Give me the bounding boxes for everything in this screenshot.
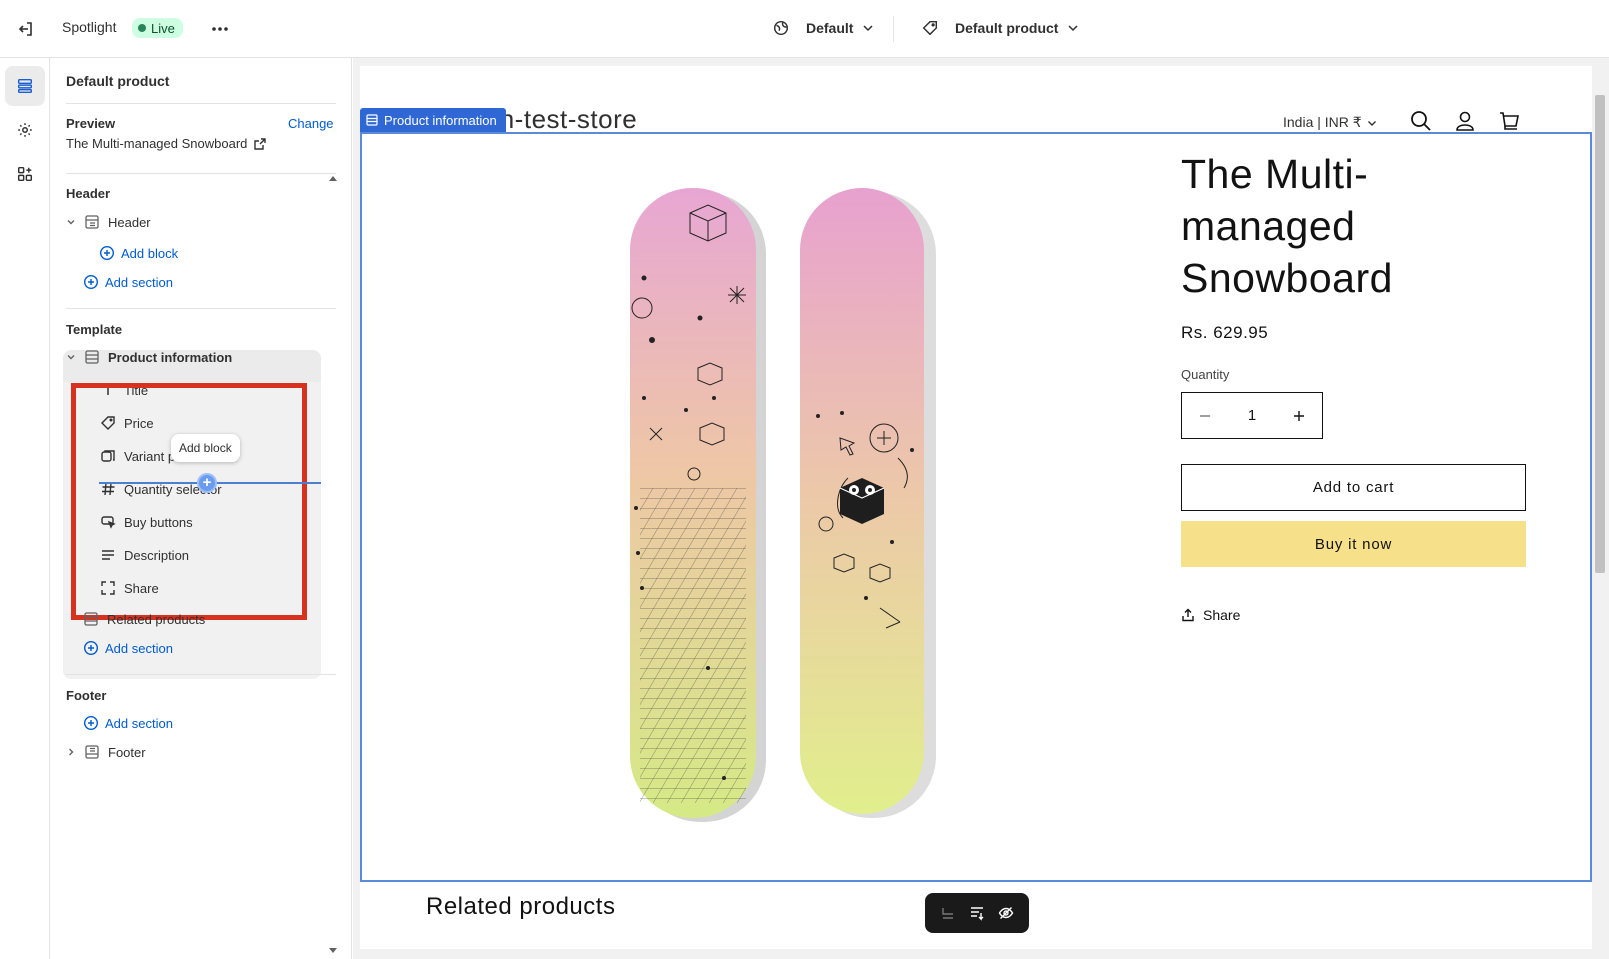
product-price: Rs. 629.95 [1181,323,1269,342]
scroll-down-icon[interactable] [329,948,337,954]
section-icon [85,350,99,364]
move-up-icon[interactable] [940,905,956,921]
section-footer[interactable]: Footer [66,744,146,760]
globe-icon [773,20,789,36]
icon-bar [0,58,50,959]
country-selector-label: India | INR ₹ [1283,114,1362,130]
live-dot [138,24,146,32]
plus-circle-icon [83,640,99,656]
chevron-down-icon [863,25,873,32]
minus-icon[interactable] [1198,409,1212,423]
divider [66,308,336,309]
insert-block-button[interactable]: + [197,473,217,493]
settings-icon[interactable] [5,110,45,150]
cart-icon[interactable] [1497,109,1521,133]
section-footer-label: Footer [108,744,146,760]
country-selector[interactable]: India | INR ₹ [1283,114,1378,131]
section-icon [85,745,99,759]
chevron-down-icon [1367,120,1376,126]
scroll-up-icon[interactable] [329,175,337,181]
external-link-icon [254,137,267,150]
add-section-label: Add section [105,274,173,290]
status-badge: Live [132,18,183,38]
add-block-button[interactable]: Add block [99,245,178,261]
quantity-label: Quantity [1181,367,1230,382]
tag-icon [922,20,938,36]
product-image[interactable] [630,188,940,826]
change-link[interactable]: Change [288,116,334,131]
theme-selector[interactable]: Default [772,19,875,37]
sidebar-title: Default product [66,73,170,89]
app-name: Spotlight [62,19,117,35]
section-header-label: Header [108,214,151,230]
section-tag[interactable]: Product information [360,108,506,132]
product-title: The Multi-managed Snowboard [1181,151,1393,301]
more-icon[interactable] [210,19,230,39]
section-icon [366,114,378,126]
share-icon [1182,608,1194,622]
chevron-down-icon [67,220,75,225]
share-label: Share [1203,607,1241,623]
divider [66,103,336,104]
status-badge-label: Live [151,20,175,36]
sections-icon[interactable] [5,66,45,106]
chevron-down-icon [67,355,75,360]
preview-product-name: The Multi-managed Snowboard [66,136,248,151]
template-selector-label: Default product [955,20,1059,36]
quantity-value[interactable]: 1 [1248,407,1256,424]
add-block-tooltip: Add block [171,434,240,462]
add-section-label: Add section [105,640,173,656]
floating-toolbar [925,893,1029,933]
section-icon [85,215,99,229]
move-down-icon[interactable] [969,905,985,921]
section-icon [84,612,98,626]
template-selector[interactable]: Default product [921,19,1080,37]
divider [66,173,336,174]
preview-scroll-thumb[interactable] [1595,95,1605,573]
template-group-label: Template [66,322,123,337]
section-header[interactable]: Header [66,214,151,230]
add-section-button[interactable]: Add section [83,715,173,731]
chevron-right-icon [69,748,74,756]
plus-icon[interactable] [1292,409,1306,423]
section-related-products-label: Related products [107,611,206,627]
section-tag-label: Product information [384,112,497,128]
section-related-products[interactable]: Related products [83,611,205,627]
preview-label: Preview [66,116,116,131]
account-icon[interactable] [1454,110,1476,132]
apps-icon[interactable] [5,154,45,194]
topbar-divider [893,16,894,42]
related-products-heading: Related products [426,893,616,920]
share-button[interactable]: Share [1181,607,1240,623]
section-product-information[interactable]: Product information [66,349,232,365]
chevron-down-icon [1068,25,1078,32]
store-name[interactable]: th-test-store [492,104,637,135]
add-block-label: Add block [121,245,179,261]
add-to-cart-button[interactable]: Add to cart [1181,464,1526,511]
exit-icon[interactable] [16,19,36,39]
add-section-label: Add section [105,715,173,731]
header-group-label: Header [66,186,111,201]
highlight-box [71,383,307,620]
hide-icon[interactable] [998,905,1014,921]
buy-now-button[interactable]: Buy it now [1181,521,1526,567]
add-section-button[interactable]: Add section [83,640,173,656]
plus-circle-icon [83,715,99,731]
quantity-stepper[interactable]: 1 [1181,392,1323,439]
preview-product[interactable]: The Multi-managed Snowboard [66,136,267,151]
top-bar: Spotlight Live Default Default product [0,0,1609,58]
add-section-button[interactable]: Add section [83,274,173,290]
plus-circle-icon [99,245,115,261]
section-product-information-label: Product information [108,349,233,365]
search-icon[interactable] [1410,110,1432,132]
sidebar: Default product Preview Change The Multi… [50,58,352,959]
divider [66,674,336,675]
theme-selector-label: Default [806,20,854,36]
plus-circle-icon [83,274,99,290]
footer-group-label: Footer [66,688,107,703]
